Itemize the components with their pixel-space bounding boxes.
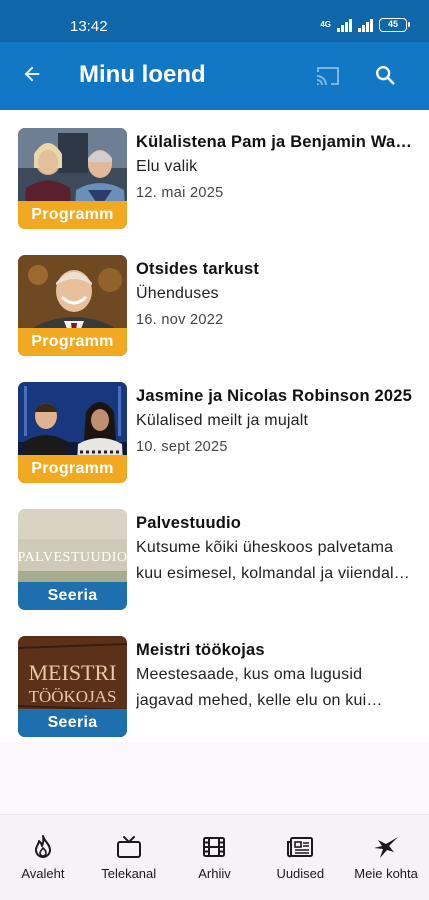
item-subtitle: Külalised meilt ja mujalt	[136, 412, 309, 429]
list-item[interactable]: PALVESTUUDIO Seeria Palvestuudio Kutsume…	[0, 491, 429, 610]
item-subtitle: Elu valik	[136, 158, 198, 175]
item-subtitle: Ühenduses	[136, 285, 219, 302]
item-description: Meestesaade, kus oma lugusid jagavad meh…	[136, 666, 367, 709]
nav-item-tv-channel[interactable]: Telekanal	[86, 815, 172, 900]
item-title: Meistri töökojas	[136, 641, 265, 659]
list-item[interactable]: Programm Otsides tarkust Ühenduses 16. n…	[0, 237, 429, 356]
item-type-badge: Programm	[18, 455, 127, 483]
item-text: Meistri töökojas Meestesaade, kus oma lu…	[136, 638, 414, 714]
item-text: Jasmine ja Nicolas Robinson 2025 Külalis…	[136, 384, 414, 460]
search-button[interactable]	[368, 58, 402, 92]
tv-icon	[115, 833, 143, 861]
item-title: Külalistena Pam ja Benjamin Wagner	[136, 133, 414, 151]
back-button[interactable]	[14, 56, 50, 92]
list-item[interactable]: Programm Külalistena Pam ja Benjamin Wag…	[0, 110, 429, 229]
status-time: 13:42	[70, 18, 108, 35]
nav-item-archive[interactable]: Arhiiv	[172, 815, 258, 900]
nav-item-news[interactable]: Uudised	[257, 815, 343, 900]
item-thumbnail: Programm	[18, 382, 127, 483]
search-icon	[376, 66, 395, 85]
item-text: Otsides tarkust Ühenduses 16. nov 2022	[136, 257, 414, 333]
battery-icon: 45	[379, 18, 410, 32]
signal-icon-2	[358, 18, 373, 32]
cast-icon	[317, 67, 339, 85]
item-type-badge: Programm	[18, 328, 127, 356]
nav-label: Telekanal	[101, 866, 157, 881]
thumbnail-logo-text: MEISTRI	[29, 660, 117, 685]
thumbnail-logo-text: PALVESTUUDIO	[18, 550, 127, 565]
item-thumbnail: Programm	[18, 128, 127, 229]
item-date: 16. nov 2022	[136, 312, 224, 328]
item-description: Kutsume kõiki üheskoos palvetama kuu esi…	[136, 539, 394, 582]
item-title: Otsides tarkust	[136, 260, 260, 278]
item-date: 10. sept 2025	[136, 439, 228, 455]
status-bar: 13:42 4G 45	[0, 0, 429, 42]
item-title: Jasmine ja Nicolas Robinson 2025	[136, 387, 413, 405]
list-item[interactable]: Programm Jasmine ja Nicolas Robinson 202…	[0, 364, 429, 483]
bottom-navigation: Avaleht Telekanal Arhiiv Uudised Meie ko…	[0, 814, 429, 900]
nav-label: Avaleht	[21, 866, 65, 881]
nav-item-about[interactable]: Meie kohta	[343, 815, 429, 900]
nav-item-home[interactable]: Avaleht	[0, 815, 86, 900]
arrow-left-icon	[24, 66, 40, 82]
item-date: 12. mai 2025	[136, 185, 224, 201]
nav-label: Meie kohta	[354, 866, 418, 881]
signal-icon	[337, 18, 352, 32]
list-item[interactable]: MEISTRI TÖÖKOJAS Seeria Meistri töökojas…	[0, 618, 429, 737]
thumbnail-logo-text-2: TÖÖKOJAS	[29, 687, 117, 706]
item-text: Külalistena Pam ja Benjamin Wagner Elu v…	[136, 130, 414, 206]
item-type-badge: Seeria	[18, 709, 127, 737]
network-type: 4G	[320, 20, 331, 29]
item-thumbnail: Programm	[18, 255, 127, 356]
nav-label: Uudised	[276, 866, 325, 881]
item-thumbnail: MEISTRI TÖÖKOJAS Seeria	[18, 636, 127, 737]
film-icon	[200, 833, 228, 861]
flame-icon	[29, 833, 57, 861]
status-indicators: 4G 45	[320, 18, 410, 32]
cast-button[interactable]	[311, 59, 345, 93]
item-text: Palvestuudio Kutsume kõiki üheskoos palv…	[136, 511, 414, 587]
newspaper-icon	[286, 833, 314, 861]
screen: 13:42 4G 45 Minu loend Programm Külalist…	[0, 0, 429, 900]
app-bar: Minu loend	[0, 42, 429, 110]
item-thumbnail: PALVESTUUDIO Seeria	[18, 509, 127, 610]
page-title: Minu loend	[79, 61, 206, 88]
bird-icon	[372, 833, 400, 861]
nav-label: Arhiiv	[198, 866, 231, 881]
item-type-badge: Programm	[18, 201, 127, 229]
item-title: Palvestuudio	[136, 514, 242, 532]
list-end-area	[0, 742, 429, 814]
item-type-badge: Seeria	[18, 582, 127, 610]
